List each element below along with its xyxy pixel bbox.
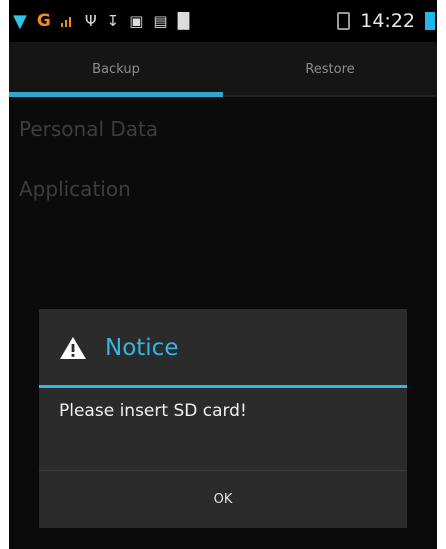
signal-icon <box>60 15 75 27</box>
image-icon: ▤ <box>153 12 168 30</box>
warning-icon <box>60 336 86 359</box>
ok-button[interactable]: OK <box>39 471 407 528</box>
network-type-label: G <box>36 11 51 31</box>
phone-screen: ▼ G Ψ ↧ ▣ ▤ █ 14:22 Backup Restore Perso… <box>9 0 437 549</box>
dialog-title: Notice <box>105 334 179 361</box>
storage-icon: █ <box>177 12 190 30</box>
tab-backup[interactable]: Backup <box>9 42 223 97</box>
dialog-header: Notice <box>39 309 407 386</box>
usb-icon: Ψ <box>84 12 97 30</box>
sim-icon <box>337 12 351 30</box>
battery-icon <box>425 12 435 30</box>
wifi-icon: ▼ <box>13 10 27 32</box>
status-bar: ▼ G Ψ ↧ ▣ ▤ █ 14:22 <box>9 0 437 42</box>
download-icon: ↧ <box>106 12 120 30</box>
notice-dialog: Notice Please insert SD card! OK <box>39 309 407 528</box>
clock: 14:22 <box>360 10 415 32</box>
dialog-message: Please insert SD card! <box>59 401 247 421</box>
dialog-title-divider <box>39 385 407 388</box>
list-item-personal-data[interactable]: Personal Data <box>19 117 158 141</box>
tab-bar: Backup Restore <box>9 42 437 97</box>
sd-card-icon: ▣ <box>129 12 144 30</box>
list-item-application[interactable]: Application <box>19 177 131 201</box>
tab-restore[interactable]: Restore <box>223 42 437 97</box>
